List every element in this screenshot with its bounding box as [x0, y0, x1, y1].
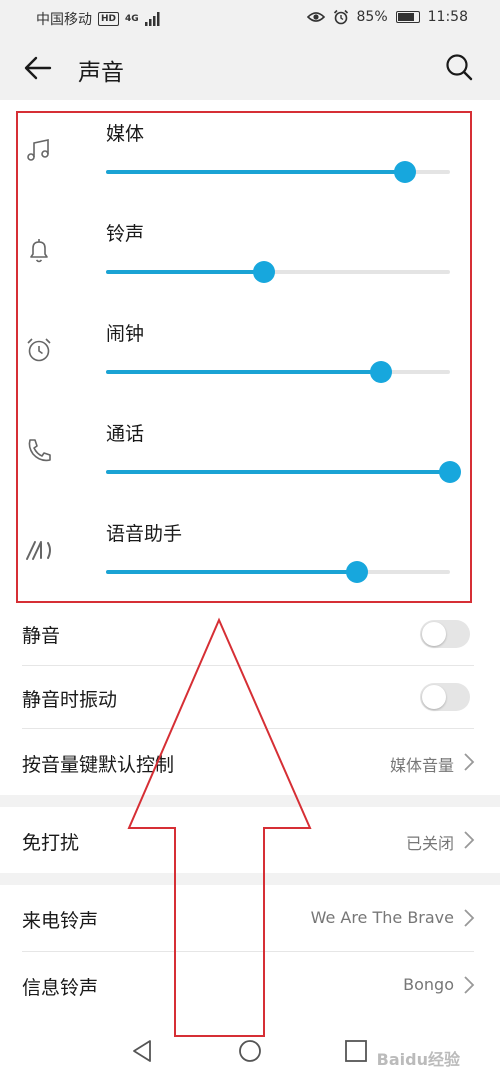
battery-percent: 85%: [356, 9, 388, 25]
highlight-box: [16, 111, 472, 603]
signal-icon: [144, 12, 160, 26]
eye-icon: [306, 12, 325, 22]
vibrate-on-mute-row[interactable]: 静音时振动: [0, 666, 500, 728]
battery-icon: [395, 11, 420, 23]
search-icon[interactable]: [444, 52, 474, 82]
mute-row[interactable]: 静音: [0, 603, 500, 665]
chevron-right-icon: [464, 831, 475, 849]
message-tone-label: 信息铃声: [22, 977, 99, 999]
volume-key-row[interactable]: 按音量键默认控制 媒体音量: [0, 729, 500, 795]
section-gap: [0, 873, 500, 885]
dnd-row[interactable]: 免打扰 已关闭: [0, 807, 500, 873]
alarm-status-icon: [333, 9, 348, 25]
message-tone-row[interactable]: 信息铃声 Bongo: [0, 952, 500, 1018]
nav-home-icon[interactable]: [235, 1036, 265, 1066]
back-arrow-icon[interactable]: [22, 52, 54, 84]
vibrate-on-mute-toggle[interactable]: [420, 683, 470, 711]
hd-badge: HD: [98, 12, 120, 26]
clock-time: 11:58: [427, 9, 468, 25]
page-title: 声音: [78, 60, 124, 86]
network-type: 4G: [125, 14, 139, 24]
ringtone-value: We Are The Brave: [310, 908, 454, 927]
mute-label: 静音: [22, 625, 61, 647]
vibrate-on-mute-label: 静音时振动: [22, 689, 118, 711]
volume-key-value: 媒体音量: [389, 756, 454, 775]
chevron-right-icon: [464, 753, 475, 771]
dnd-value: 已关闭: [405, 834, 454, 853]
watermark-text: Baidu经验: [376, 1050, 460, 1069]
chevron-right-icon: [464, 909, 475, 927]
dnd-label: 免打扰: [22, 832, 80, 854]
nav-back-icon[interactable]: [128, 1036, 158, 1066]
section-gap: [0, 795, 500, 807]
carrier-name: 中国移动: [36, 12, 92, 28]
ringtone-row[interactable]: 来电铃声 We Are The Brave: [0, 885, 500, 951]
volume-key-label: 按音量键默认控制: [22, 754, 175, 776]
ringtone-label: 来电铃声: [22, 910, 99, 932]
message-tone-value: Bongo: [403, 975, 454, 994]
mute-toggle[interactable]: [420, 620, 470, 648]
chevron-right-icon: [464, 976, 475, 994]
status-bar: 中国移动 HD 4G 85% 11:58: [0, 0, 500, 36]
nav-recents-icon[interactable]: [341, 1036, 371, 1066]
app-header: 声音: [0, 36, 500, 100]
